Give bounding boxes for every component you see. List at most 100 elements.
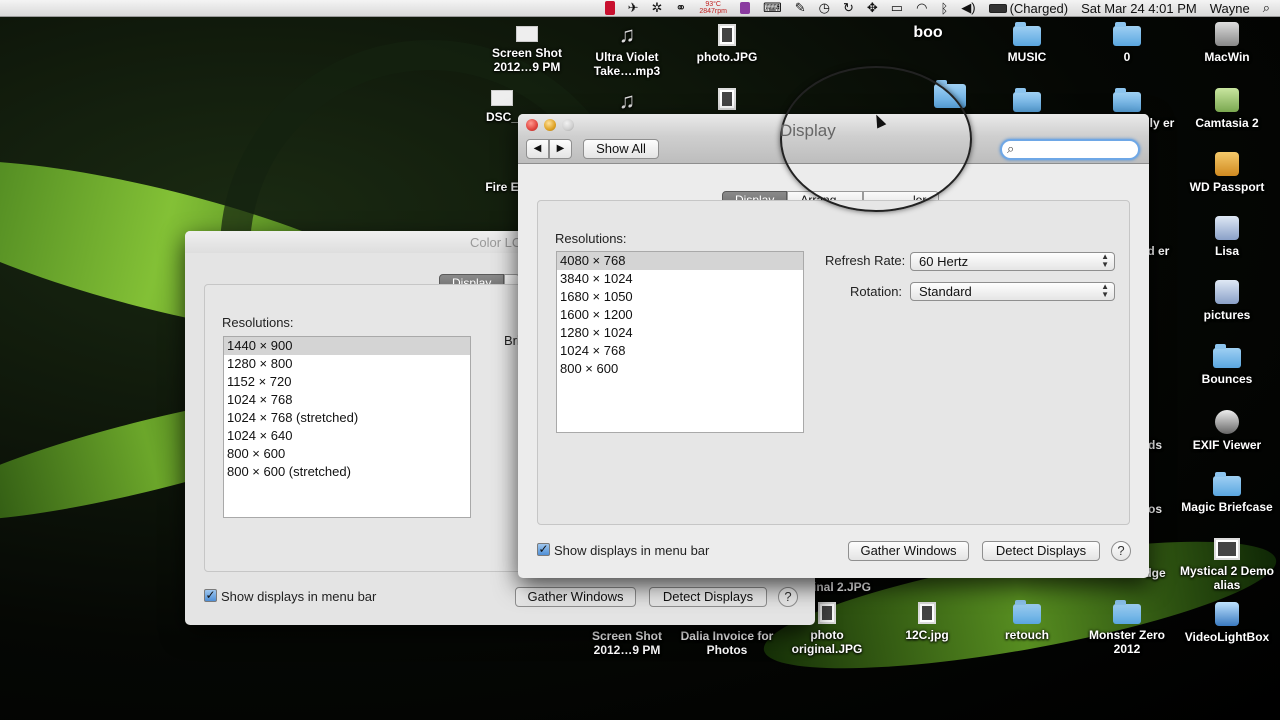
desktop-icon-pictures[interactable]: pictures xyxy=(1179,280,1275,322)
desktop-icon-folder-3[interactable] xyxy=(979,88,1075,116)
desktop-icon-monster-zero[interactable]: Monster Zero 2012 xyxy=(1079,600,1175,656)
resolution-option[interactable]: 1680 × 1050 xyxy=(557,288,803,306)
resolution-option[interactable]: 1280 × 800 xyxy=(224,355,470,373)
bluetooth-icon[interactable]: ᛒ xyxy=(940,1,948,16)
purple-app-icon[interactable] xyxy=(739,2,750,14)
forward-arrow-icon[interactable]: ▶ xyxy=(549,139,572,159)
desktop-icon-label: MUSIC xyxy=(1007,50,1047,64)
resolution-option[interactable]: 800 × 600 (stretched) xyxy=(224,463,470,481)
resolution-option[interactable]: 1024 × 768 xyxy=(557,342,803,360)
red-app-icon[interactable] xyxy=(604,1,615,15)
desktop-icon-magic-briefcase[interactable]: Magic Briefcase xyxy=(1179,472,1275,514)
wifi-icon[interactable]: ◠ xyxy=(916,0,927,16)
color-lcd-resolution-list[interactable]: 1440 × 900 1280 × 800 1152 × 720 1024 × … xyxy=(223,336,471,518)
script-icon[interactable]: ✎ xyxy=(795,0,806,16)
minimize-button[interactable] xyxy=(544,119,556,131)
folder-icon xyxy=(1113,88,1141,112)
desktop-icon-mystical[interactable]: Mystical 2 Demo alias xyxy=(1179,538,1275,592)
desktop-icon-ultra-violet[interactable]: ♫ Ultra Violet Take….mp3 xyxy=(579,22,675,79)
help-button[interactable]: ? xyxy=(778,587,798,607)
keyboard-icon[interactable]: ⌨ xyxy=(763,0,782,16)
desktop-icon-12c[interactable]: 12C.jpg xyxy=(879,602,975,642)
music-note-icon: ♫ xyxy=(618,22,636,47)
gather-windows-button[interactable]: Gather Windows xyxy=(848,541,969,561)
refresh-rate-select[interactable]: 60 Hertz ▲ ▼ xyxy=(910,252,1115,271)
zoom-button[interactable] xyxy=(562,119,574,131)
resolution-option[interactable]: 4080 × 768 xyxy=(557,252,803,270)
refresh-rate-value: 60 Hertz xyxy=(919,254,969,269)
resolution-option[interactable]: 800 × 600 xyxy=(557,360,803,378)
resolution-option[interactable]: 1600 × 1200 xyxy=(557,306,803,324)
desktop-icon-label: retouch xyxy=(1004,628,1049,642)
desktop-icon-label: Dalia Invoice for Photos xyxy=(680,629,774,657)
detect-displays-button[interactable]: Detect Displays xyxy=(982,541,1100,561)
resolution-option[interactable]: 1440 × 900 xyxy=(224,337,470,355)
desktop-icon-book-partial[interactable]: boo xyxy=(888,25,968,41)
desktop-icon-music[interactable]: MUSIC xyxy=(979,22,1075,64)
desktop-icon-bounces[interactable]: Bounces xyxy=(1179,344,1275,386)
photo-icon xyxy=(818,602,836,624)
link-icon[interactable]: ⚭ xyxy=(675,0,686,16)
music-note-icon: ♫ xyxy=(618,88,636,113)
resolution-option[interactable]: 1024 × 768 xyxy=(224,391,470,409)
sync-icon[interactable]: ↻ xyxy=(843,0,854,16)
resolution-option[interactable]: 800 × 600 xyxy=(224,445,470,463)
resolution-option[interactable]: 1024 × 640 xyxy=(224,427,470,445)
temperature-value: 93°C xyxy=(705,1,721,8)
folder-icon xyxy=(1113,600,1141,624)
desktop-icon-photo-jpg[interactable]: photo.JPG xyxy=(679,24,775,64)
desktop-icon-original2-partial[interactable]: inal 2.JPG xyxy=(810,580,874,594)
desktop-icon-retouch[interactable]: retouch xyxy=(979,600,1075,642)
spotlight-icon[interactable]: ⌕ xyxy=(1263,0,1270,16)
desktop-icon-audio-2[interactable]: ♫ xyxy=(579,90,675,116)
search-field[interactable]: ⌕ xyxy=(1000,139,1140,160)
desktop-icon-screen-shot-top[interactable]: Screen Shot 2012…9 PM xyxy=(479,26,575,74)
display-window[interactable]: ◀ ▶ Show All ⌕ Display Arrang lor Resolu… xyxy=(518,114,1149,578)
desktop-icon-label: Screen Shot 2012…9 PM xyxy=(591,629,663,657)
display-icon[interactable]: ▭ xyxy=(891,0,903,16)
detect-displays-button[interactable]: Detect Displays xyxy=(649,587,767,607)
close-button[interactable] xyxy=(526,119,538,131)
show-displays-checkbox[interactable]: ✓ xyxy=(204,589,217,602)
back-arrow-icon[interactable]: ◀ xyxy=(526,139,549,159)
gather-windows-button[interactable]: Gather Windows xyxy=(515,587,636,607)
show-all-button[interactable]: Show All xyxy=(583,139,659,159)
desktop-icon-label: Monster Zero 2012 xyxy=(1088,628,1165,656)
resolution-option[interactable]: 1152 × 720 xyxy=(224,373,470,391)
volume-icon[interactable]: ◀) xyxy=(961,0,975,16)
folder-icon xyxy=(1013,22,1041,46)
display-resolution-list[interactable]: 4080 × 768 3840 × 1024 1680 × 1050 1600 … xyxy=(556,251,804,433)
cursor-tool-icon[interactable]: ✈ xyxy=(628,0,639,16)
show-displays-checkbox[interactable]: ✓ xyxy=(537,543,550,556)
desktop-icon-macwin[interactable]: MacWin xyxy=(1179,22,1275,64)
clock[interactable]: Sat Mar 24 4:01 PM xyxy=(1081,1,1197,16)
resolution-option[interactable]: 1024 × 768 (stretched) xyxy=(224,409,470,427)
desktop-icon-exif-viewer[interactable]: EXIF Viewer xyxy=(1179,410,1275,452)
desktop-icon-zero[interactable]: 0 xyxy=(1079,22,1175,64)
temperature-readout[interactable]: 93°C 2847rpm xyxy=(699,1,727,15)
user-menu[interactable]: Wayne xyxy=(1210,1,1250,16)
help-button[interactable]: ? xyxy=(1111,541,1131,561)
gear-status-icon[interactable]: ✲ xyxy=(652,0,663,16)
resolution-option[interactable]: 3840 × 1024 xyxy=(557,270,803,288)
desktop-icon-wd-passport[interactable]: WD Passport xyxy=(1179,152,1275,194)
film-icon xyxy=(1215,602,1239,626)
desktop-icon-lisa[interactable]: Lisa xyxy=(1179,216,1275,258)
battery-status[interactable]: (Charged) xyxy=(988,1,1068,16)
rotation-select[interactable]: Standard ▲ ▼ xyxy=(910,282,1115,301)
desktop-icon-label: inal 2.JPG xyxy=(812,580,872,594)
rotation-value: Standard xyxy=(919,284,972,299)
desktop-icon-label: MacWin xyxy=(1204,50,1250,64)
desktop-icon-photo-2[interactable] xyxy=(679,88,775,114)
desktop-icon-label: pictures xyxy=(1203,308,1251,322)
drive-icon xyxy=(1215,88,1239,112)
desktop-icon-videolightbox[interactable]: VideoLightBox xyxy=(1179,602,1275,644)
move-icon[interactable]: ✥ xyxy=(867,0,878,16)
desktop-icon-camtasia[interactable]: Camtasia 2 xyxy=(1179,88,1275,130)
folder-icon xyxy=(1013,88,1041,112)
resolution-option[interactable]: 1280 × 1024 xyxy=(557,324,803,342)
desktop-icon-label: photo.JPG xyxy=(696,50,758,64)
desktop-icon-label: WD Passport xyxy=(1189,180,1265,194)
search-input[interactable] xyxy=(1020,142,1130,157)
time-machine-icon[interactable]: ◷ xyxy=(819,0,830,16)
